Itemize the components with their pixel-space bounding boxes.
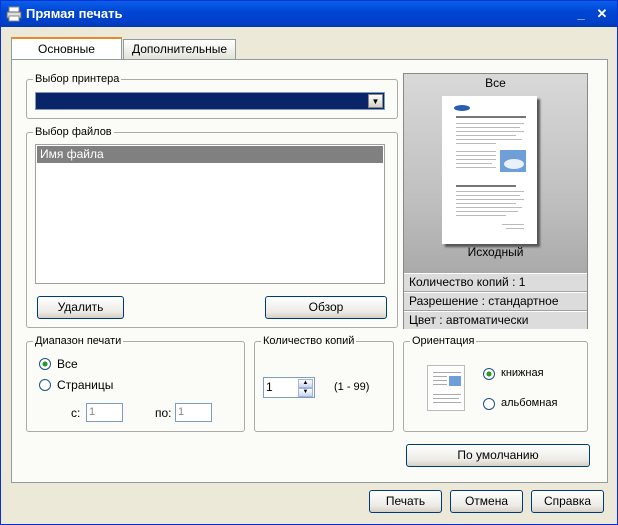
file-name-column-header[interactable]: Имя файла (37, 146, 383, 163)
range-pages-radio[interactable] (39, 379, 51, 391)
close-button[interactable]: ✕ (593, 5, 611, 23)
title-bar[interactable]: Прямая печать _ ✕ (1, 1, 617, 27)
minimize-button[interactable]: _ (572, 5, 590, 23)
orientation-group-label: Ориентация (412, 335, 475, 347)
browse-button[interactable]: Обзор (265, 296, 387, 319)
preview-bottom-label: Исходный (467, 245, 524, 259)
direct-print-window: Прямая печать _ ✕ Основные Дополнительны… (0, 0, 618, 525)
copies-range-hint: (1 - 99) (334, 381, 370, 393)
spin-down-icon[interactable]: ▼ (298, 388, 313, 397)
preview-top-label: Все (485, 76, 506, 90)
resolution-info: Разрешение : стандартное (404, 292, 587, 310)
printer-group-label: Выбор принтера (35, 73, 120, 85)
range-from-label: с: (71, 406, 81, 420)
print-button[interactable]: Печать (369, 490, 442, 513)
printer-icon (6, 6, 22, 22)
landscape-radio[interactable] (483, 398, 495, 410)
copies-info: Количество копий : 1 (404, 273, 587, 291)
document-preview-image (454, 105, 526, 229)
print-range-label: Диапазон печати (35, 335, 122, 347)
range-all-radio[interactable] (39, 358, 51, 370)
defaults-button[interactable]: По умолчанию (406, 444, 590, 467)
cancel-button[interactable]: Отмена (450, 490, 523, 513)
help-button[interactable]: Справка (531, 490, 604, 513)
landscape-label: альбомная (501, 397, 558, 409)
portrait-page-icon (427, 365, 465, 411)
range-to-input[interactable]: 1 (175, 403, 212, 422)
spin-up-icon[interactable]: ▲ (298, 379, 313, 388)
copies-group-label: Количество копий (263, 335, 355, 347)
copies-value: 1 (266, 380, 273, 394)
range-all-label: Все (57, 357, 78, 371)
copies-spinner[interactable]: 1 ▲ ▼ (263, 377, 315, 398)
preview-panel: Все Исходный Количество копий: 1 Разреш… (403, 73, 588, 329)
page-preview-thumbnail (442, 96, 537, 244)
portrait-radio[interactable] (483, 368, 495, 380)
portrait-label: книжная (501, 367, 544, 379)
files-group-label: Выбор файлов (35, 126, 112, 138)
chevron-down-icon[interactable]: ▼ (368, 94, 383, 108)
color-info: Цвет : автоматически (404, 311, 587, 329)
tab-advanced[interactable]: Дополнительные (123, 39, 236, 59)
printer-select[interactable]: ▼ (35, 92, 385, 110)
file-list[interactable]: Имя файла (35, 144, 385, 284)
tab-basic[interactable]: Основные (11, 37, 122, 61)
window-title: Прямая печать (26, 6, 123, 21)
delete-button[interactable]: Удалить (37, 296, 124, 319)
range-from-input[interactable]: 1 (86, 403, 123, 422)
range-pages-label: Страницы (57, 378, 114, 392)
range-to-label: по: (155, 406, 172, 420)
